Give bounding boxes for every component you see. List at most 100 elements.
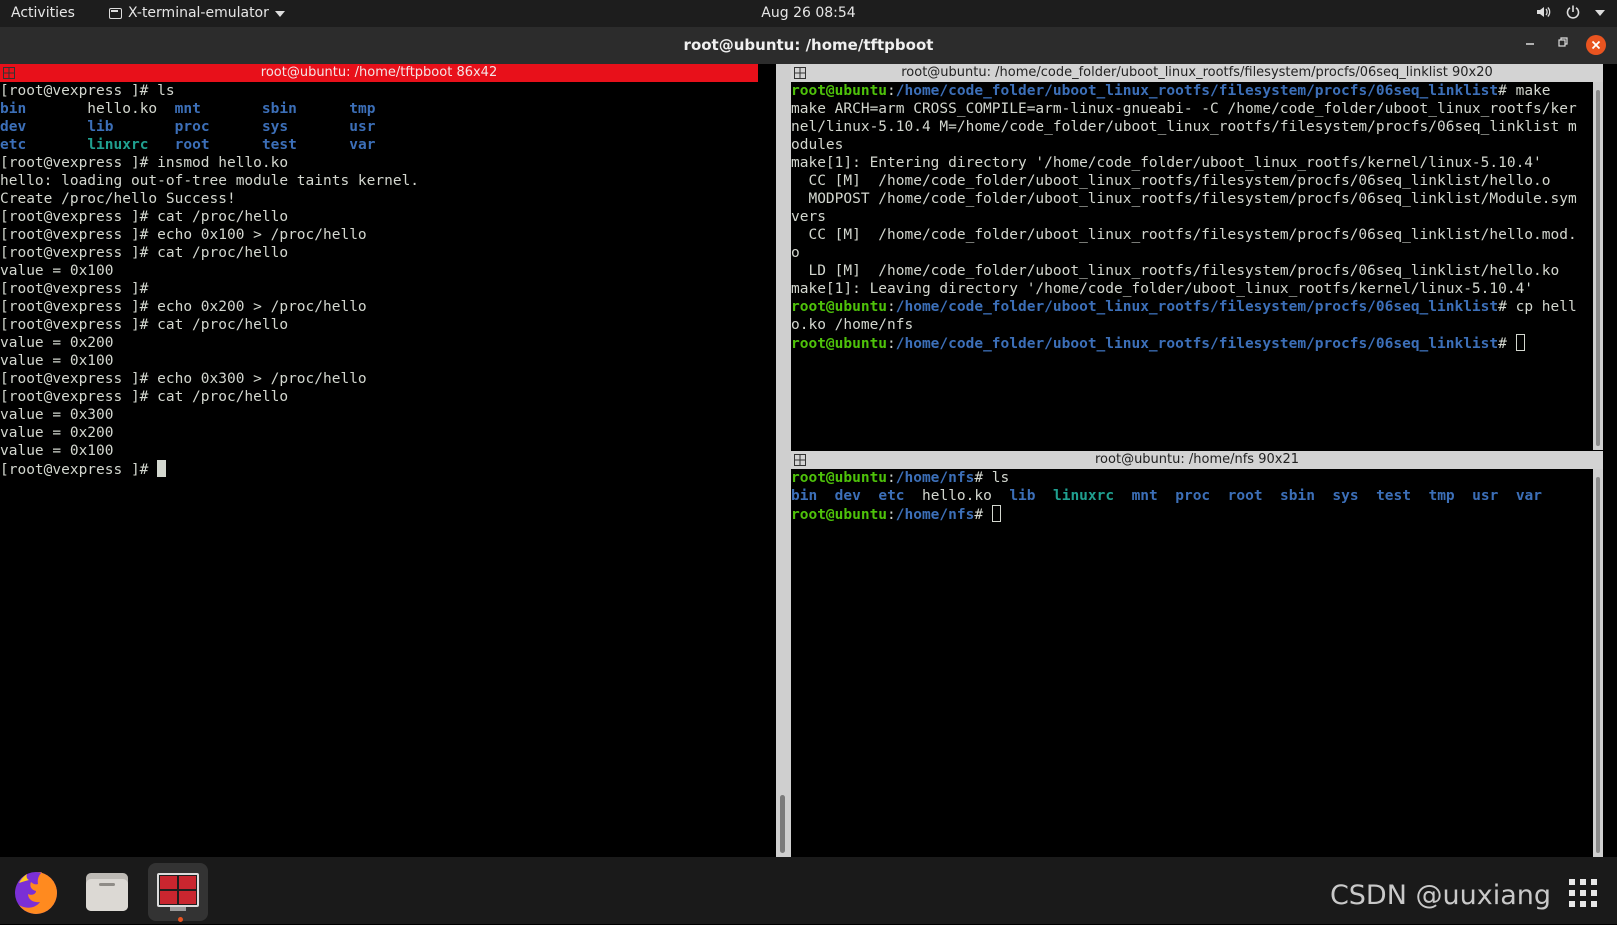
chevron-down-icon bbox=[274, 11, 285, 17]
terminal-text: [root@vexpress ]# ls bbox=[0, 83, 175, 99]
pane-title-bar[interactable]: root@ubuntu: /home/nfs 90x21 bbox=[791, 451, 1603, 469]
dock-firefox[interactable] bbox=[6, 863, 66, 921]
app-menu[interactable]: X-terminal-emulator bbox=[109, 5, 285, 21]
terminal-line: dev lib proc sys usr bbox=[0, 118, 758, 136]
terminal-text: make[1]: Leaving directory '/home/code_f… bbox=[791, 281, 1534, 297]
power-icon[interactable] bbox=[1565, 4, 1581, 20]
terminal-text: proc bbox=[1175, 488, 1211, 504]
terminal-line: odules bbox=[791, 136, 1593, 154]
terminal-text: sys bbox=[261, 119, 289, 135]
terminal-text: [root@vexpress ]# echo 0x200 > /proc/hel… bbox=[0, 299, 367, 315]
scrollbar[interactable] bbox=[1593, 469, 1603, 857]
terminal-output[interactable]: root@ubuntu:/home/code_folder/uboot_linu… bbox=[791, 82, 1593, 352]
terminal-line: Create /proc/hello Success! bbox=[0, 190, 758, 208]
terminal-text: hello: loading out-of-tree module taints… bbox=[0, 173, 420, 189]
pane-divider[interactable] bbox=[776, 64, 791, 857]
terminal-app-icon bbox=[109, 7, 122, 19]
terminal-line: value = 0x100 bbox=[0, 352, 758, 370]
terminal-text: tmp bbox=[1428, 488, 1455, 504]
scrollbar-thumb[interactable] bbox=[780, 795, 785, 853]
terminal-line: bin dev etc hello.ko lib linuxrc mnt pro… bbox=[791, 487, 1593, 505]
grid-icon[interactable] bbox=[1567, 877, 1599, 909]
terminal-text: root@ubuntu bbox=[791, 470, 888, 486]
terminal-output[interactable]: root@ubuntu:/home/nfs# ls bin dev etc hel… bbox=[791, 469, 1593, 523]
pane-title: root@ubuntu: /home/nfs 90x21 bbox=[1095, 452, 1299, 467]
terminal-line: o bbox=[791, 244, 1593, 262]
maximize-button[interactable] bbox=[1553, 35, 1573, 55]
terminal-text: [root@vexpress ]# cat /proc/hello bbox=[0, 317, 289, 333]
terminal-text: var bbox=[1515, 488, 1543, 504]
terminal-line: root@ubuntu:/home/code_folder/uboot_linu… bbox=[791, 298, 1593, 316]
dock-files[interactable] bbox=[77, 863, 137, 921]
split-pane-icon[interactable] bbox=[794, 67, 806, 79]
terminal-line: root@ubuntu:/home/nfs# ls bbox=[791, 469, 1593, 487]
text-cursor bbox=[991, 505, 1001, 522]
terminal-text: : bbox=[887, 336, 896, 352]
terminal-text: linuxrc bbox=[87, 137, 149, 153]
pane-title-bar[interactable]: root@ubuntu: /home/code_folder/uboot_lin… bbox=[791, 64, 1603, 82]
terminal-text: root@ubuntu bbox=[791, 83, 888, 99]
terminal-pane-left[interactable]: root@ubuntu: /home/tftpboot 86x42 [root@… bbox=[0, 64, 758, 857]
terminal-text: make ARCH=arm CROSS_COMPILE=arm-linux-gn… bbox=[791, 101, 1577, 117]
terminal-text: proc bbox=[174, 119, 210, 135]
terminal-text: # bbox=[974, 507, 992, 523]
system-tray[interactable] bbox=[1535, 4, 1605, 20]
terminal-text: value = 0x200 bbox=[0, 425, 114, 441]
terminal-line: [root@vexpress ]# ls bbox=[0, 82, 758, 100]
terminal-line: o.ko /home/nfs bbox=[791, 316, 1593, 334]
terminal-pane-top-right[interactable]: root@ubuntu: /home/code_folder/uboot_lin… bbox=[791, 64, 1603, 450]
terminal-line: make[1]: Leaving directory '/home/code_f… bbox=[791, 280, 1593, 298]
terminal-text: lib bbox=[87, 119, 114, 135]
activities-button[interactable]: Activities bbox=[11, 5, 75, 21]
terminal-line: value = 0x300 bbox=[0, 406, 758, 424]
terminal-text: : bbox=[887, 299, 896, 315]
terminal-text: root bbox=[174, 137, 210, 153]
scrollbar-thumb[interactable] bbox=[1596, 477, 1600, 853]
minimize-button[interactable] bbox=[1520, 35, 1540, 55]
terminal-text: dev bbox=[0, 119, 27, 135]
terminal-text: CC [M] /home/code_folder/uboot_linux_roo… bbox=[791, 227, 1577, 243]
terminal-text: /home/nfs bbox=[895, 507, 975, 523]
terminal-text: /home/nfs bbox=[895, 470, 975, 486]
window-titlebar[interactable]: root@ubuntu: /home/tftpboot bbox=[0, 27, 1617, 64]
close-button[interactable] bbox=[1586, 35, 1606, 55]
scrollbar[interactable] bbox=[1593, 82, 1603, 450]
terminal-text: root@ubuntu bbox=[791, 336, 888, 352]
volume-icon[interactable] bbox=[1535, 4, 1551, 20]
terminal-line: root@ubuntu:/home/code_folder/uboot_linu… bbox=[791, 334, 1593, 352]
terminal-text: dev bbox=[834, 488, 861, 504]
dock-terminal[interactable] bbox=[148, 863, 208, 921]
chevron-down-icon[interactable] bbox=[1595, 10, 1605, 16]
pane-title: root@ubuntu: /home/tftpboot 86x42 bbox=[260, 65, 498, 80]
terminal-line: make ARCH=arm CROSS_COMPILE=arm-linux-gn… bbox=[791, 100, 1593, 118]
terminal-output[interactable]: [root@vexpress ]# ls bin hello.ko mnt sbi… bbox=[0, 82, 758, 478]
terminal-icon bbox=[157, 873, 199, 911]
terminal-line: [root@vexpress ]# echo 0x300 > /proc/hel… bbox=[0, 370, 758, 388]
terminal-text: linuxrc bbox=[1052, 488, 1115, 504]
terminal-line: value = 0x200 bbox=[0, 334, 758, 352]
terminal-text: bin bbox=[0, 101, 27, 117]
terminal-text: vers bbox=[791, 209, 826, 225]
terminal-text: o bbox=[791, 245, 800, 261]
terminal-text: usr bbox=[349, 119, 376, 135]
scrollbar-thumb[interactable] bbox=[1596, 90, 1600, 446]
terminal-text: # make bbox=[1498, 83, 1551, 99]
terminal-line: [root@vexpress ]# insmod hello.ko bbox=[0, 154, 758, 172]
terminal-text: root@ubuntu bbox=[791, 507, 888, 523]
split-pane-icon[interactable] bbox=[794, 454, 806, 466]
split-pane-icon[interactable] bbox=[3, 67, 15, 79]
terminal-text: /home/code_folder/uboot_linux_rootfs/fil… bbox=[895, 299, 1499, 315]
terminal-line: CC [M] /home/code_folder/uboot_linux_roo… bbox=[791, 172, 1593, 190]
pane-title-bar[interactable]: root@ubuntu: /home/tftpboot 86x42 bbox=[0, 64, 758, 82]
terminal-pane-bottom-right[interactable]: root@ubuntu: /home/nfs 90x21 root@ubuntu… bbox=[791, 451, 1603, 857]
